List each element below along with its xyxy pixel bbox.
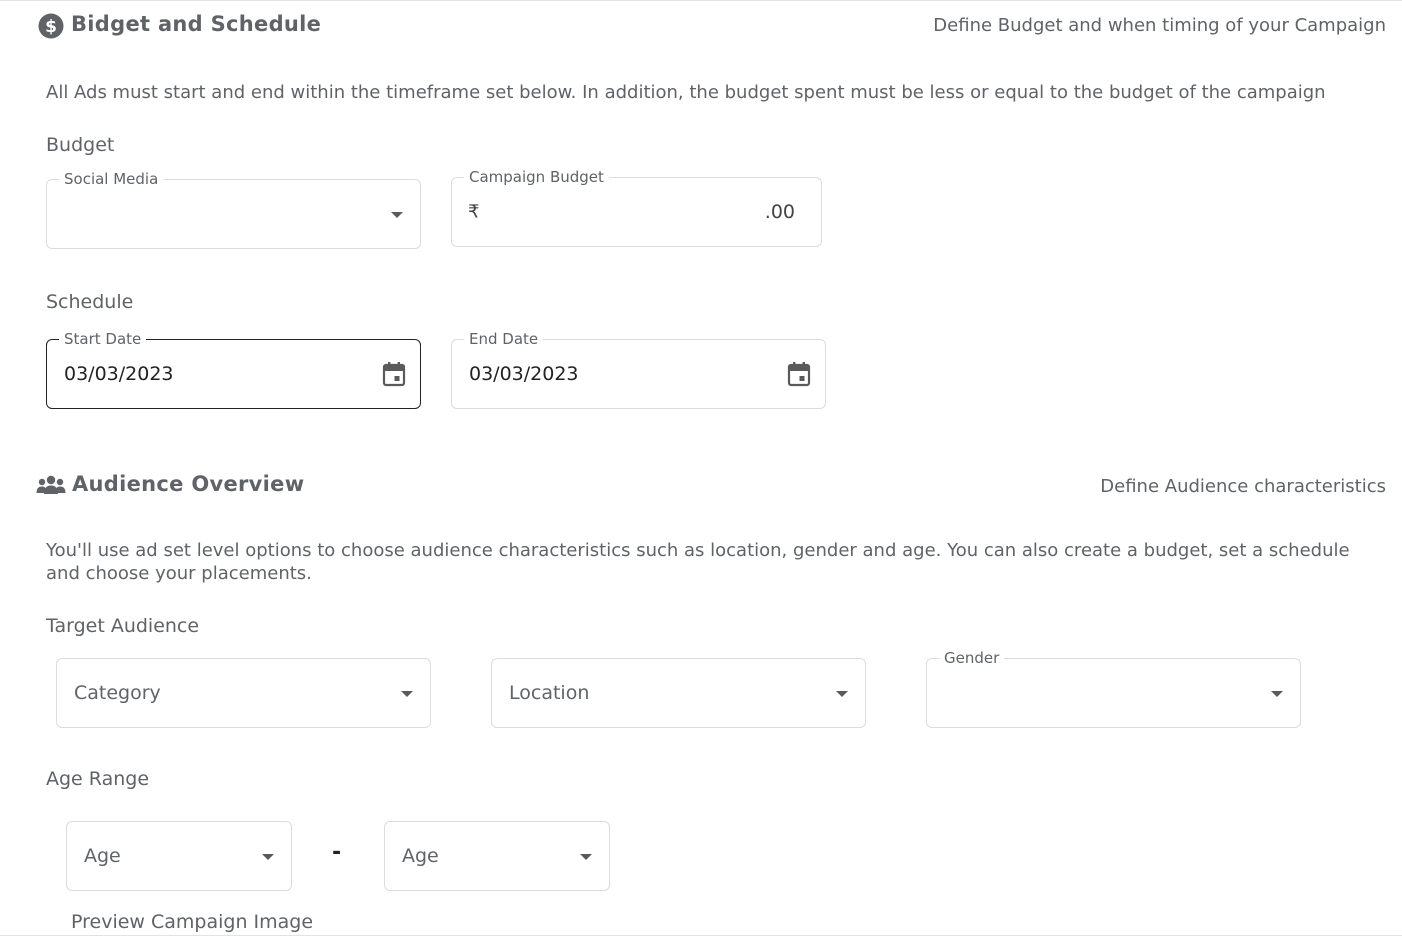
campaign-form-page: $ Bidget and Schedule Define Budget and … [0,0,1402,936]
gender-select[interactable]: Gender [926,648,1301,728]
age-min-placeholder: Age [84,845,121,867]
category-select[interactable]: Category [56,658,431,728]
users-group-icon [36,475,66,494]
social-media-select[interactable]: Social Media [46,169,421,249]
chevron-down-icon [401,691,413,697]
schedule-group-label: Schedule [46,291,134,313]
svg-text:$: $ [45,17,57,37]
chevron-down-icon [391,212,403,218]
age-range-separator: - [332,840,342,865]
budget-section-title: Bidget and Schedule [71,12,322,36]
budget-section-description: All Ads must start and end within the ti… [46,82,1326,103]
budget-group-label: Budget [46,134,115,156]
audience-section-description: You'll use ad set level options to choos… [46,540,1350,584]
age-max-placeholder: Age [402,845,439,867]
chevron-down-icon [262,854,274,860]
dollar-circle-icon: $ [38,13,64,39]
campaign-budget-suffix: .00 [764,201,795,223]
budget-section-subtitle: Define Budget and when timing of your Ca… [933,15,1386,36]
category-placeholder: Category [74,682,161,704]
start-date-input[interactable]: Start Date 03/03/2023 [46,329,421,409]
age-max-select[interactable]: Age [384,821,610,891]
chevron-down-icon [1271,691,1283,697]
chevron-down-icon [836,691,848,697]
target-audience-label: Target Audience [46,615,200,637]
audience-section-subtitle: Define Audience characteristics [1100,476,1386,497]
location-placeholder: Location [509,682,590,704]
audience-section-title: Audience Overview [72,472,305,496]
gender-label: Gender [939,648,1005,668]
preview-campaign-image-label: Preview Campaign Image [71,911,314,933]
chevron-down-icon [580,854,592,860]
age-min-select[interactable]: Age [66,821,292,891]
start-date-value: 03/03/2023 [64,363,174,385]
rupee-icon: ₹ [468,201,480,223]
campaign-budget-label: Campaign Budget [464,167,609,187]
social-media-label: Social Media [59,169,164,189]
end-date-value: 03/03/2023 [469,363,579,385]
start-date-label: Start Date [59,329,147,349]
calendar-icon[interactable] [787,361,811,387]
end-date-input[interactable]: End Date 03/03/2023 [451,329,826,409]
age-range-label: Age Range [46,768,150,790]
campaign-budget-input[interactable]: Campaign Budget ₹ .00 [451,167,822,247]
end-date-label: End Date [464,329,544,349]
location-select[interactable]: Location [491,658,866,728]
calendar-icon[interactable] [382,361,406,387]
